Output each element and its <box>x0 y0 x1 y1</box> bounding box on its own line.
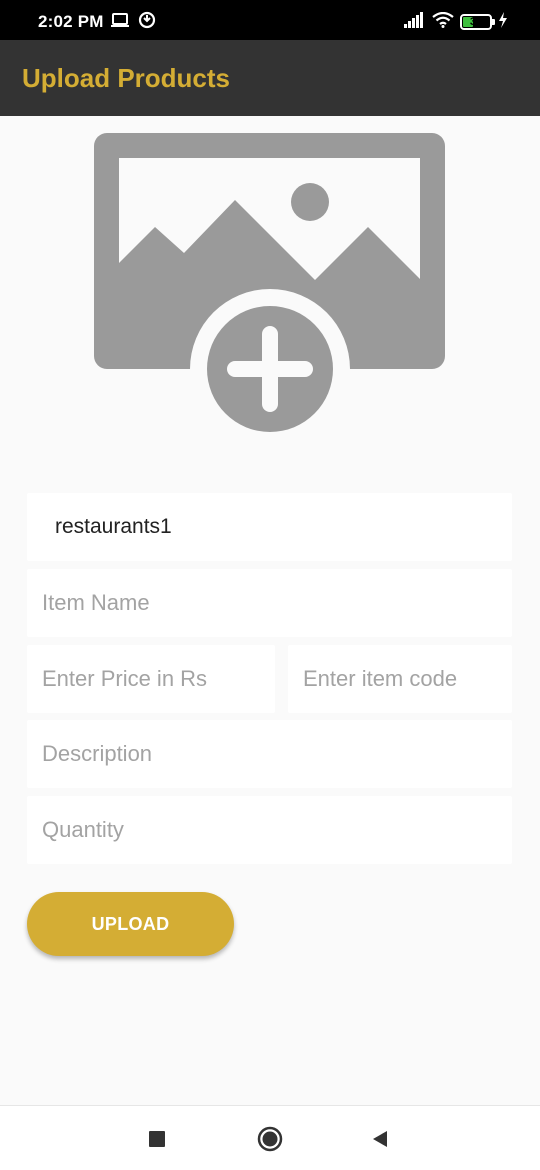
battery-level: 34 <box>469 16 483 28</box>
home-circle-icon <box>257 1126 283 1151</box>
wifi-icon <box>432 11 454 33</box>
price-field-container <box>27 645 275 713</box>
app-bar: Upload Products <box>0 40 540 116</box>
sync-icon <box>138 11 156 34</box>
description-field-container <box>27 720 512 788</box>
system-nav-bar <box>0 1105 540 1170</box>
item-name-field-container <box>27 569 512 637</box>
item-code-field-container <box>288 645 512 713</box>
add-photo-icon <box>94 133 445 449</box>
status-icons-right: 34 <box>404 11 508 33</box>
description-input[interactable] <box>27 720 512 788</box>
add-photo-button[interactable] <box>94 133 446 449</box>
page-title: Upload Products <box>22 63 231 93</box>
quantity-field-container <box>27 796 512 864</box>
restaurant-field-container <box>27 493 512 561</box>
status-icons-left <box>110 11 156 34</box>
status-time: 2:02 PM <box>38 12 104 31</box>
charging-icon <box>498 11 508 33</box>
back-triangle-icon <box>373 1130 387 1147</box>
square-icon <box>149 1130 165 1147</box>
battery-icon: 34 <box>460 14 495 30</box>
item-name-input[interactable] <box>27 569 512 637</box>
signal-icon <box>404 11 426 33</box>
item-code-input[interactable] <box>288 645 512 713</box>
restaurant-field[interactable] <box>27 493 512 561</box>
quantity-input[interactable] <box>27 796 512 864</box>
price-input[interactable] <box>27 645 275 713</box>
upload-button[interactable]: UPLOAD <box>27 892 234 956</box>
status-bar: 2:02 PM 34 <box>0 0 540 40</box>
back-button[interactable] <box>350 1106 410 1170</box>
laptop-icon <box>110 12 130 33</box>
recents-button[interactable] <box>127 1106 187 1170</box>
home-button[interactable] <box>240 1106 300 1170</box>
